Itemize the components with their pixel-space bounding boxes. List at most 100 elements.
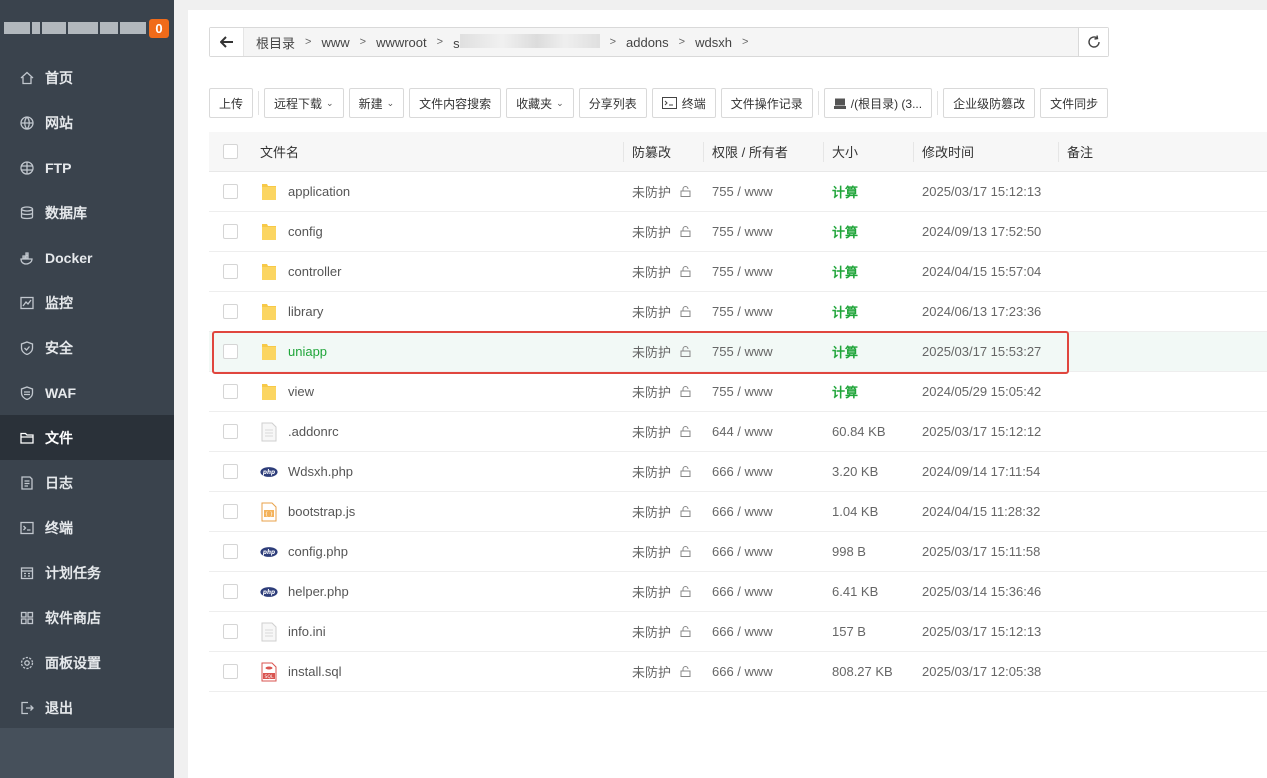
row-checkbox[interactable] — [222, 504, 238, 519]
new-button[interactable]: 新建 ⌄ — [348, 88, 405, 118]
upload-button[interactable]: 上传 — [209, 88, 254, 118]
refresh-button[interactable] — [1078, 28, 1108, 56]
header-size[interactable]: 大小 — [824, 141, 914, 162]
row-checkbox[interactable] — [222, 624, 238, 639]
size-cell[interactable]: 计算 — [824, 382, 914, 401]
unlock-icon[interactable] — [680, 266, 691, 277]
size-cell[interactable]: 计算 — [824, 342, 914, 361]
sidebar-item-6[interactable]: 安全 — [0, 325, 174, 370]
unlock-icon[interactable] — [680, 506, 691, 517]
tamper-status[interactable]: 未防护 — [632, 342, 671, 361]
share-list-button[interactable]: 分享列表 — [578, 88, 647, 118]
table-row[interactable]: config 未防护 755 / www 计算 2024/09/13 17:52:50 — [209, 212, 1267, 252]
table-row[interactable]: application 未防护 755 / www 计算 2025/03/17 15:1… — [209, 172, 1267, 212]
perm-cell[interactable]: 666 / www — [704, 504, 824, 519]
file-name[interactable]: view — [288, 384, 314, 399]
file-name[interactable]: helper.php — [288, 584, 349, 599]
perm-cell[interactable]: 755 / www — [704, 384, 824, 399]
perm-cell[interactable]: 644 / www — [704, 424, 824, 439]
size-cell[interactable]: 计算 — [824, 302, 914, 321]
sidebar-item-4[interactable]: Docker — [0, 235, 174, 280]
tamper-status[interactable]: 未防护 — [632, 182, 671, 201]
file-name-cell[interactable]: application — [251, 182, 624, 202]
perm-cell[interactable]: 666 / www — [704, 584, 824, 599]
tamper-status[interactable]: 未防护 — [632, 302, 671, 321]
tamper-protect-button[interactable]: 企业级防篡改 — [943, 88, 1036, 118]
tamper-status[interactable]: 未防护 — [632, 662, 671, 681]
table-row[interactable]: view 未防护 755 / www 计算 2024/05/29 15:05:42 — [209, 372, 1267, 412]
sidebar-item-9[interactable]: 日志 — [0, 460, 174, 505]
terminal-button[interactable]: 终端 — [651, 88, 716, 118]
sidebar-item-7[interactable]: WAF — [0, 370, 174, 415]
unlock-icon[interactable] — [680, 466, 691, 477]
unlock-icon[interactable] — [680, 346, 691, 357]
row-checkbox[interactable] — [222, 544, 238, 559]
crumb-wwwroot[interactable]: wwwroot — [372, 35, 431, 50]
table-row[interactable]: library 未防护 755 / www 计算 2024/06/13 17:23:36 — [209, 292, 1267, 332]
disk-button[interactable]: /(根目录) (3... — [823, 88, 933, 118]
favorites-button[interactable]: 收藏夹 ⌄ — [506, 88, 574, 118]
tamper-status[interactable]: 未防护 — [632, 622, 671, 641]
file-name[interactable]: Wdsxh.php — [288, 464, 353, 479]
header-name[interactable]: 文件名 — [251, 141, 624, 162]
tamper-status[interactable]: 未防护 — [632, 262, 671, 281]
back-button[interactable] — [210, 28, 244, 56]
file-name[interactable]: config.php — [288, 544, 348, 559]
size-cell[interactable]: 计算 — [824, 222, 914, 241]
content-search-button[interactable]: 文件内容搜索 — [409, 88, 502, 118]
file-name-cell[interactable]: view — [251, 382, 624, 402]
perm-cell[interactable]: 755 / www — [704, 184, 824, 199]
perm-cell[interactable]: 755 / www — [704, 344, 824, 359]
sidebar-item-0[interactable]: 首页 — [0, 55, 174, 100]
sidebar-item-10[interactable]: 终端 — [0, 505, 174, 550]
row-checkbox[interactable] — [222, 664, 238, 679]
tamper-status[interactable]: 未防护 — [632, 542, 671, 561]
file-name[interactable]: controller — [288, 264, 341, 279]
perm-cell[interactable]: 755 / www — [704, 224, 824, 239]
size-cell[interactable]: 计算 — [824, 262, 914, 281]
perm-cell[interactable]: 666 / www — [704, 544, 824, 559]
row-checkbox[interactable] — [222, 304, 238, 319]
perm-cell[interactable]: 755 / www — [704, 264, 824, 279]
unlock-icon[interactable] — [680, 626, 691, 637]
crumb-root[interactable]: 根目录 — [252, 33, 299, 52]
perm-cell[interactable]: 666 / www — [704, 664, 824, 679]
file-name[interactable]: library — [288, 304, 323, 319]
file-name-cell[interactable]: { } bootstrap.js — [251, 502, 624, 522]
unlock-icon[interactable] — [680, 586, 691, 597]
select-all-checkbox[interactable] — [222, 144, 238, 159]
file-sync-button[interactable]: 文件同步 — [1040, 88, 1109, 118]
unlock-icon[interactable] — [680, 426, 691, 437]
file-name-cell[interactable]: library — [251, 302, 624, 322]
sidebar-item-5[interactable]: 监控 — [0, 280, 174, 325]
unlock-icon[interactable] — [680, 666, 691, 677]
file-name-cell[interactable]: SQL install.sql — [251, 662, 624, 682]
sidebar-item-12[interactable]: 软件商店 — [0, 595, 174, 640]
unlock-icon[interactable] — [680, 226, 691, 237]
sidebar-item-11[interactable]: 计划任务 — [0, 550, 174, 595]
row-checkbox[interactable] — [222, 184, 238, 199]
sidebar-item-13[interactable]: 面板设置 — [0, 640, 174, 685]
row-checkbox[interactable] — [222, 584, 238, 599]
op-log-button[interactable]: 文件操作记录 — [720, 88, 813, 118]
file-name-cell[interactable]: .addonrc — [251, 422, 624, 442]
table-row[interactable]: controller 未防护 755 / www 计算 2024/04/15 15:57… — [209, 252, 1267, 292]
unlock-icon[interactable] — [680, 306, 691, 317]
row-checkbox[interactable] — [222, 264, 238, 279]
table-row[interactable]: php config.php 未防护 666 / www 998 B 2025/03/17… — [209, 532, 1267, 572]
sidebar-item-3[interactable]: 数据库 — [0, 190, 174, 235]
file-name[interactable]: install.sql — [288, 664, 341, 679]
table-row[interactable]: { } bootstrap.js 未防护 666 / www 1.04 KB 2024/0… — [209, 492, 1267, 532]
file-name[interactable]: bootstrap.js — [288, 504, 355, 519]
crumb-wdsxh[interactable]: wdsxh — [691, 35, 736, 50]
tamper-status[interactable]: 未防护 — [632, 222, 671, 241]
tamper-status[interactable]: 未防护 — [632, 382, 671, 401]
row-checkbox[interactable] — [222, 384, 238, 399]
file-name-cell[interactable]: controller — [251, 262, 624, 282]
file-name[interactable]: application — [288, 184, 350, 199]
perm-cell[interactable]: 666 / www — [704, 464, 824, 479]
table-row[interactable]: php helper.php 未防护 666 / www 6.41 KB 2025/03/… — [209, 572, 1267, 612]
file-name-cell[interactable]: php helper.php — [251, 582, 624, 602]
file-name[interactable]: config — [288, 224, 323, 239]
notification-badge[interactable]: 0 — [149, 19, 169, 38]
